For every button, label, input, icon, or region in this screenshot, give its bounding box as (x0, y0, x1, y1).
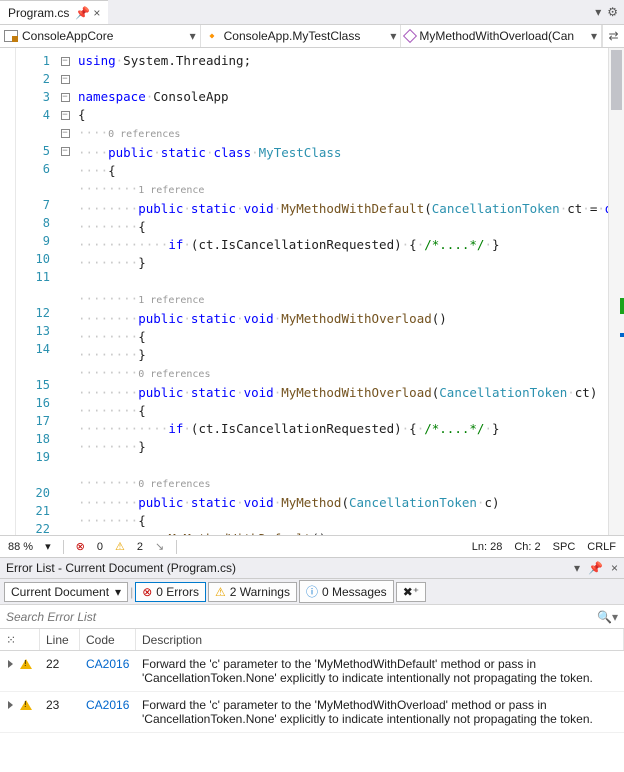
member-selector[interactable]: MyMethodWithOverload(Can (401, 25, 602, 47)
outlining-margin[interactable]: −−−−−− (56, 48, 74, 535)
indent-mode[interactable]: SPC (553, 541, 576, 553)
info-icon: ⓘ (306, 583, 318, 600)
error-row[interactable]: 22 CA2016 Forward the 'c' parameter to t… (0, 651, 624, 692)
scrollbar-mark (620, 298, 624, 306)
class-name: ConsoleApp.MyTestClass (224, 29, 361, 43)
code-link[interactable]: CA2016 (80, 698, 136, 712)
swap-panes-button[interactable]: ⇄ (602, 25, 624, 47)
zoom-level[interactable]: 88 % (8, 541, 33, 553)
tab-program-cs[interactable]: Program.cs 📌 × (0, 0, 108, 24)
tab-toolbar: ▾ ⚙ (595, 5, 624, 19)
document-tabs: Program.cs 📌 × ▾ ⚙ (0, 0, 624, 24)
search-error-list[interactable]: 🔍▾ (0, 605, 624, 629)
pin-icon[interactable]: 📌 (75, 6, 87, 20)
indicator-margin (0, 48, 16, 535)
col-indicator[interactable]: Ch: 2 (514, 541, 540, 553)
dropdown-icon[interactable]: ▾ (574, 561, 580, 575)
col-code[interactable]: Code (80, 629, 136, 650)
code-editor[interactable]: 1234 56 7891011 121314 1516171819 202122… (0, 48, 624, 535)
scrollbar-mark (620, 306, 624, 314)
error-icon: ⊗ (142, 585, 152, 599)
line-numbers: 1234 56 7891011 121314 1516171819 202122… (16, 48, 56, 535)
error-icon[interactable]: ⊗ (76, 540, 85, 553)
warning-icon[interactable]: ⚠ (115, 540, 125, 553)
col-description[interactable]: Description (136, 629, 624, 650)
error-list-panel: Error List - Current Document (Program.c… (0, 557, 624, 772)
line-indicator[interactable]: Ln: 28 (472, 541, 503, 553)
messages-filter[interactable]: ⓘ0 Messages (299, 580, 394, 603)
warnings-filter[interactable]: ⚠2 Warnings (208, 582, 297, 602)
code-link[interactable]: CA2016 (80, 657, 136, 671)
expand-icon[interactable] (8, 660, 13, 668)
navigation-bar: ConsoleAppCore 🔸 ConsoleApp.MyTestClass … (0, 24, 624, 48)
method-icon (403, 29, 417, 43)
gear-icon[interactable]: ⚙ (607, 5, 618, 19)
class-icon: 🔸 (205, 29, 220, 43)
vertical-scrollbar[interactable] (608, 48, 624, 535)
scrollbar-caret-mark (620, 333, 624, 337)
error-row[interactable]: 23 CA2016 Forward the 'c' parameter to t… (0, 692, 624, 733)
close-icon[interactable]: × (93, 6, 100, 20)
build-intellisense-filter[interactable]: ✖⁺ (396, 582, 426, 602)
pin-icon[interactable]: 📌 (588, 561, 603, 575)
chevron-down-icon (390, 29, 396, 43)
project-selector[interactable]: ConsoleAppCore (0, 25, 201, 47)
code-text[interactable]: using·System.Threading; namespace·Consol… (74, 48, 608, 535)
scope-selector[interactable]: Current Document▾ (4, 582, 128, 602)
grid-header[interactable]: ⁙ Line Code Description (0, 629, 624, 651)
panel-header[interactable]: Error List - Current Document (Program.c… (0, 557, 624, 579)
close-icon[interactable]: × (611, 561, 618, 575)
project-name: ConsoleAppCore (22, 29, 113, 43)
scrollbar-thumb[interactable] (611, 50, 622, 110)
chevron-down-icon (591, 29, 597, 43)
filter-icon: ✖⁺ (403, 585, 419, 599)
line-ending[interactable]: CRLF (587, 541, 616, 553)
errors-filter[interactable]: ⊗0 Errors (135, 582, 206, 602)
col-line[interactable]: Line (40, 629, 80, 650)
member-name: MyMethodWithOverload(Can (419, 29, 574, 43)
editor-status-bar: 88 %▾ ⊗0 ⚠2 ↘ Ln: 28 Ch: 2 SPC CRLF (0, 535, 624, 557)
class-selector[interactable]: 🔸 ConsoleApp.MyTestClass (201, 25, 402, 47)
warning-icon (20, 659, 32, 669)
search-icon[interactable]: 🔍▾ (597, 610, 618, 624)
warning-icon (20, 700, 32, 710)
tab-label: Program.cs (8, 6, 69, 20)
dropdown-icon[interactable]: ▾ (595, 5, 601, 19)
warning-icon: ⚠ (215, 585, 226, 599)
error-list-grid[interactable]: ⁙ Line Code Description 22 CA2016 Forwar… (0, 629, 624, 772)
panel-title: Error List - Current Document (Program.c… (6, 561, 236, 575)
search-input[interactable] (6, 610, 597, 624)
col-severity[interactable]: ⁙ (0, 629, 40, 650)
chevron-down-icon (190, 29, 196, 43)
expand-icon[interactable] (8, 701, 13, 709)
error-list-toolbar: Current Document▾ | ⊗0 Errors ⚠2 Warning… (0, 579, 624, 605)
csharp-project-icon (4, 30, 18, 42)
